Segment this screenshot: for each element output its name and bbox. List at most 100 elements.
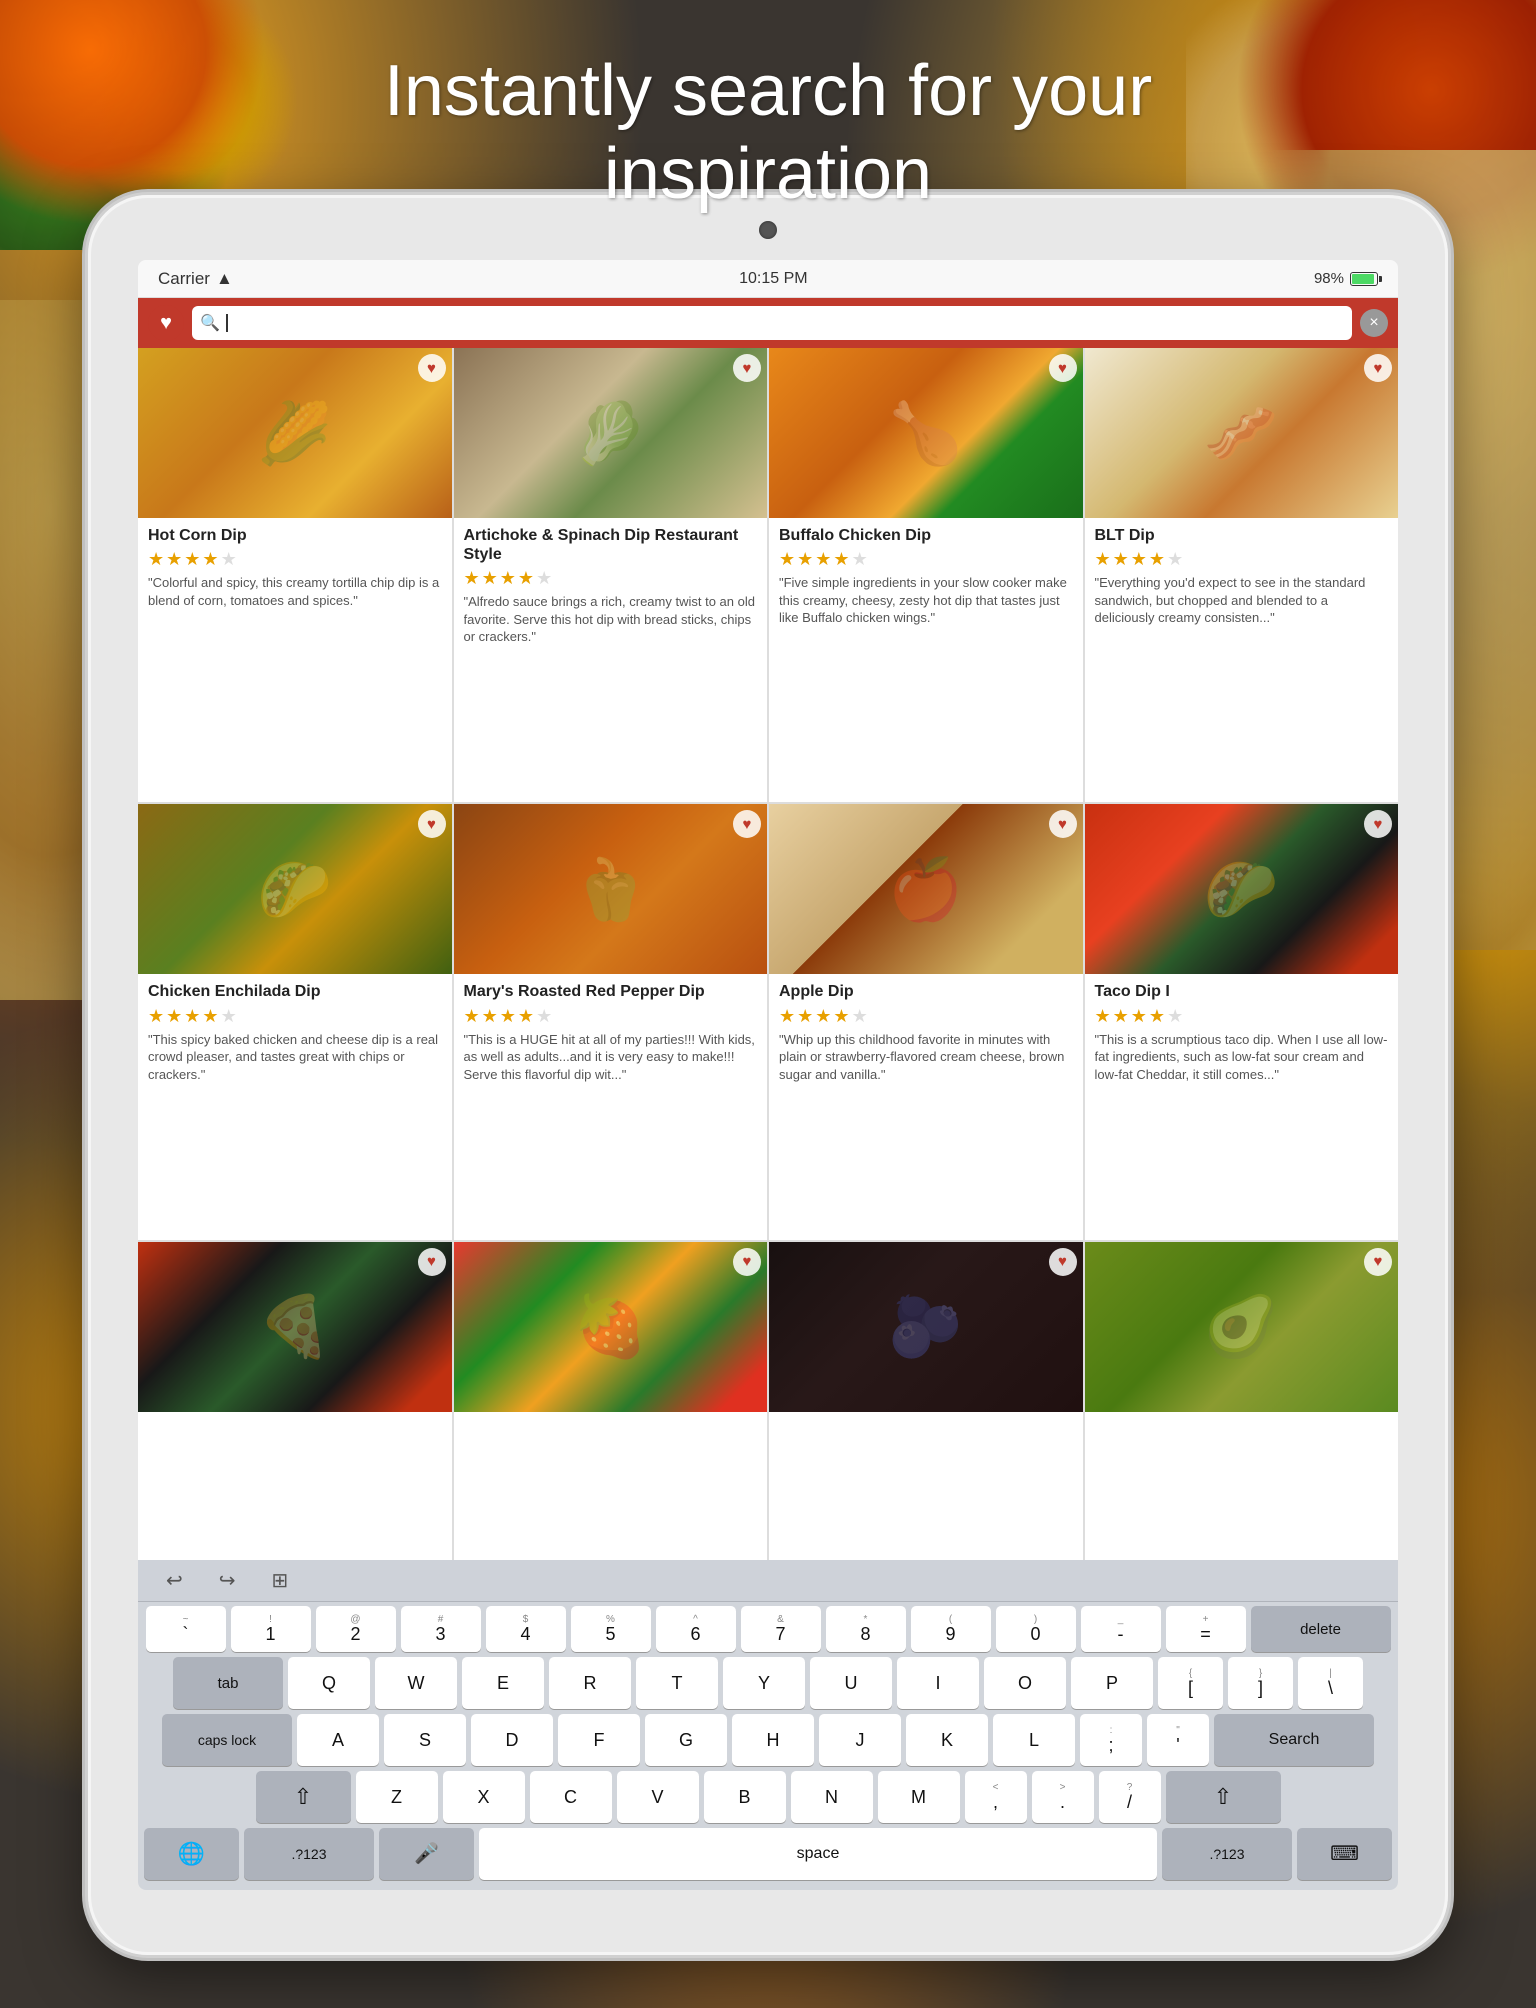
num-switch-left-key[interactable]: .?123	[244, 1828, 374, 1880]
key-v[interactable]: V	[617, 1771, 699, 1823]
key-7[interactable]: & 7	[741, 1606, 821, 1652]
key-backtick[interactable]: ~ `	[146, 1606, 226, 1652]
search-key[interactable]: Search	[1214, 1714, 1374, 1766]
redo-button[interactable]: ↪	[211, 1564, 244, 1597]
recipe-card-12[interactable]: 🥑 ♥	[1085, 1242, 1399, 1560]
ipad-frame: Carrier ▲ 10:15 PM 98% ♥ 🔍	[88, 195, 1448, 1955]
key-comma[interactable]: < ,	[965, 1771, 1027, 1823]
key-f[interactable]: F	[558, 1714, 640, 1766]
key-m[interactable]: M	[878, 1771, 960, 1823]
food-emoji: 🥑	[1204, 1291, 1279, 1362]
recipe-card-2[interactable]: 🥬 ♥ Artichoke & Spinach Dip Restaurant S…	[454, 348, 768, 802]
key-pipe[interactable]: | \	[1298, 1657, 1363, 1709]
battery-indicator	[1350, 272, 1378, 286]
key-x[interactable]: X	[443, 1771, 525, 1823]
key-o[interactable]: O	[984, 1657, 1066, 1709]
key-z[interactable]: Z	[356, 1771, 438, 1823]
star-4: ★	[1149, 1006, 1165, 1027]
clear-button[interactable]: ×	[1360, 309, 1388, 337]
key-minus[interactable]: _ -	[1081, 1606, 1161, 1652]
key-h[interactable]: H	[732, 1714, 814, 1766]
hide-keyboard-key[interactable]: ⌨	[1297, 1828, 1392, 1880]
key-slash[interactable]: ? /	[1099, 1771, 1161, 1823]
star-1: ★	[779, 1006, 795, 1027]
favorite-button[interactable]: ♥	[733, 1248, 761, 1276]
key-quote[interactable]: " '	[1147, 1714, 1209, 1766]
key-period[interactable]: > .	[1032, 1771, 1094, 1823]
key-9[interactable]: ( 9	[911, 1606, 991, 1652]
key-a[interactable]: A	[297, 1714, 379, 1766]
favorite-button[interactable]: ♥	[1049, 354, 1077, 382]
key-6[interactable]: ^ 6	[656, 1606, 736, 1652]
key-y[interactable]: Y	[723, 1657, 805, 1709]
food-emoji: 🍓	[573, 1291, 648, 1362]
key-c[interactable]: C	[530, 1771, 612, 1823]
undo-button[interactable]: ↩	[158, 1564, 191, 1597]
recipe-card-7[interactable]: 🍎 ♥ Apple Dip ★★★★★ "Whip up this childh…	[769, 804, 1083, 1239]
recipe-card-11[interactable]: 🫐 ♥	[769, 1242, 1083, 1560]
battery-pct: 98%	[1314, 270, 1344, 287]
mic-key[interactable]: 🎤	[379, 1828, 474, 1880]
num-switch-right-key[interactable]: .?123	[1162, 1828, 1292, 1880]
key-k[interactable]: K	[906, 1714, 988, 1766]
left-shift-key[interactable]: ⇧	[256, 1771, 351, 1823]
star-2: ★	[797, 549, 813, 570]
recipe-card-10[interactable]: 🍓 ♥	[454, 1242, 768, 1560]
key-equals[interactable]: + =	[1166, 1606, 1246, 1652]
key-j[interactable]: J	[819, 1714, 901, 1766]
favorite-button[interactable]: ♥	[418, 354, 446, 382]
key-2[interactable]: @ 2	[316, 1606, 396, 1652]
key-g[interactable]: G	[645, 1714, 727, 1766]
key-n[interactable]: N	[791, 1771, 873, 1823]
key-close-bracket[interactable]: } ]	[1228, 1657, 1293, 1709]
recipe-card-3[interactable]: 🍗 ♥ Buffalo Chicken Dip ★★★★★ "Five simp…	[769, 348, 1083, 802]
key-3[interactable]: # 3	[401, 1606, 481, 1652]
recipe-image: 🫑	[454, 804, 768, 974]
globe-key[interactable]: 🌐	[144, 1828, 239, 1880]
key-4[interactable]: $ 4	[486, 1606, 566, 1652]
recipe-card-1[interactable]: 🌽 ♥ Hot Corn Dip ★★★★★ "Colorful and spi…	[138, 348, 452, 802]
favorite-button[interactable]: ♥	[1364, 1248, 1392, 1276]
key-u[interactable]: U	[810, 1657, 892, 1709]
key-q[interactable]: Q	[288, 1657, 370, 1709]
recipe-card-9[interactable]: 🍕 ♥	[138, 1242, 452, 1560]
favorite-button[interactable]: ♥	[418, 810, 446, 838]
paste-button[interactable]: ⊞	[264, 1564, 297, 1597]
key-r[interactable]: R	[549, 1657, 631, 1709]
favorite-button[interactable]: ♥	[418, 1248, 446, 1276]
key-s[interactable]: S	[384, 1714, 466, 1766]
recipe-card-6[interactable]: 🫑 ♥ Mary's Roasted Red Pepper Dip ★★★★★ …	[454, 804, 768, 1239]
key-1[interactable]: ! 1	[231, 1606, 311, 1652]
recipe-card-4[interactable]: 🥓 ♥ BLT Dip ★★★★★ "Everything you'd expe…	[1085, 348, 1399, 802]
space-key[interactable]: space	[479, 1828, 1157, 1880]
key-b[interactable]: B	[704, 1771, 786, 1823]
star-4: ★	[518, 568, 534, 589]
wifi-icon: ▲	[216, 269, 233, 289]
recipe-card-8[interactable]: 🌮 ♥ Taco Dip I ★★★★★ "This is a scrumpti…	[1085, 804, 1399, 1239]
search-input-wrap[interactable]: 🔍	[192, 306, 1352, 340]
key-semicolon[interactable]: : ;	[1080, 1714, 1142, 1766]
key-t[interactable]: T	[636, 1657, 718, 1709]
key-d[interactable]: D	[471, 1714, 553, 1766]
favorites-button[interactable]: ♥	[148, 305, 184, 341]
star-5: ★	[536, 568, 552, 589]
caps-lock-key[interactable]: caps lock	[162, 1714, 292, 1766]
key-p[interactable]: P	[1071, 1657, 1153, 1709]
key-e[interactable]: E	[462, 1657, 544, 1709]
key-0[interactable]: ) 0	[996, 1606, 1076, 1652]
key-5[interactable]: % 5	[571, 1606, 651, 1652]
recipe-title: Artichoke & Spinach Dip Restaurant Style	[464, 526, 758, 564]
key-w[interactable]: W	[375, 1657, 457, 1709]
favorite-button[interactable]: ♥	[733, 354, 761, 382]
delete-key[interactable]: delete	[1251, 1606, 1391, 1652]
tab-key[interactable]: tab	[173, 1657, 283, 1709]
key-i[interactable]: I	[897, 1657, 979, 1709]
favorite-button[interactable]: ♥	[1364, 354, 1392, 382]
key-l[interactable]: L	[993, 1714, 1075, 1766]
key-8[interactable]: * 8	[826, 1606, 906, 1652]
favorite-button[interactable]: ♥	[1049, 1248, 1077, 1276]
right-shift-key[interactable]: ⇧	[1166, 1771, 1281, 1823]
key-open-bracket[interactable]: { [	[1158, 1657, 1223, 1709]
recipe-card-5[interactable]: 🌮 ♥ Chicken Enchilada Dip ★★★★★ "This sp…	[138, 804, 452, 1239]
favorite-button[interactable]: ♥	[1049, 810, 1077, 838]
